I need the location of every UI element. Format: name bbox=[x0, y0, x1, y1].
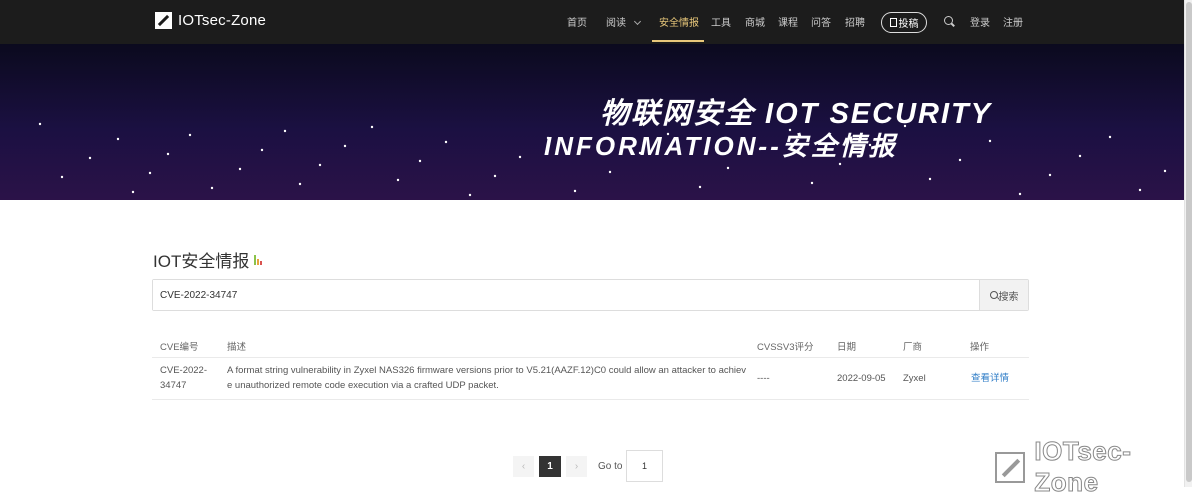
watermark-logo: IOTsec-Zone bbox=[995, 436, 1192, 498]
goto-label: Go to bbox=[598, 461, 623, 472]
nav-item-tools[interactable]: 工具 bbox=[711, 14, 731, 29]
login-link[interactable]: 登录 bbox=[970, 14, 990, 29]
goto-page-input[interactable]: 1 bbox=[626, 450, 663, 482]
column-header-cve: CVE编号 bbox=[160, 342, 199, 353]
search-button[interactable]: 搜索 bbox=[979, 280, 1028, 310]
page-title: IOT安全情报 bbox=[153, 247, 263, 272]
nav-item-jobs[interactable]: 招聘 bbox=[845, 14, 865, 29]
search-input[interactable] bbox=[153, 280, 980, 310]
column-header-description: 描述 bbox=[227, 342, 247, 353]
nav-item-home[interactable]: 首页 bbox=[567, 14, 587, 29]
page-title-text: IOT安全情报 bbox=[153, 252, 250, 271]
document-icon bbox=[889, 18, 897, 27]
cell-description-line1: A format string vulnerability in Zyxel N… bbox=[227, 365, 747, 376]
nav-item-security-intel[interactable]: 安全情报 bbox=[659, 14, 699, 29]
search-icon bbox=[989, 291, 998, 299]
brand-name: IOTsec-Zone bbox=[178, 12, 267, 29]
cell-cve-line1: CVE-2022- bbox=[160, 365, 207, 376]
cell-cvss-score: ---- bbox=[757, 373, 770, 384]
register-link[interactable]: 注册 bbox=[1003, 14, 1023, 29]
column-header-action: 操作 bbox=[970, 342, 990, 353]
brand-logo[interactable]: IOTsec-Zone bbox=[155, 12, 266, 29]
column-header-vendor: 厂商 bbox=[903, 342, 923, 353]
chevron-down-icon bbox=[633, 17, 642, 26]
scrollbar-thumb[interactable] bbox=[1186, 2, 1192, 482]
search-button-label: 搜索 bbox=[998, 291, 1019, 303]
column-header-date: 日期 bbox=[837, 342, 857, 353]
next-page-button[interactable]: › bbox=[566, 456, 587, 477]
nav-item-read[interactable]: 阅读 bbox=[606, 14, 642, 29]
active-nav-indicator bbox=[652, 40, 704, 42]
watermark-icon bbox=[995, 451, 1026, 483]
prev-page-button[interactable]: ‹ bbox=[513, 456, 534, 477]
header-divider bbox=[152, 357, 1029, 358]
cell-cve-line2: 34747 bbox=[160, 380, 187, 391]
nav-item-read-label: 阅读 bbox=[606, 18, 626, 29]
view-details-link[interactable]: 查看详情 bbox=[971, 371, 1009, 386]
logo-icon bbox=[155, 12, 172, 29]
row-divider bbox=[152, 399, 1029, 400]
cell-date: 2022-09-05 bbox=[837, 373, 886, 384]
submit-label: 投稿 bbox=[898, 19, 919, 30]
search-bar: 搜索 bbox=[152, 279, 1029, 311]
cell-description-line2: e unauthorized remote code execution via… bbox=[227, 380, 499, 391]
hero-banner: 物联网安全 IOT SECURITY INFORMATION--安全情报 bbox=[0, 44, 1184, 200]
top-navbar: IOTsec-Zone 首页 阅读 安全情报 工具 商城 课程 问答 招聘 投稿… bbox=[0, 0, 1184, 44]
column-header-cvss: CVSSV3评分 bbox=[757, 342, 814, 353]
nav-item-courses[interactable]: 课程 bbox=[778, 14, 798, 29]
vertical-scrollbar[interactable] bbox=[1184, 0, 1192, 487]
nav-item-store[interactable]: 商城 bbox=[745, 14, 765, 29]
banner-title-line2: INFORMATION--安全情报 bbox=[544, 131, 898, 161]
bar-chart-icon bbox=[254, 254, 263, 265]
nav-item-qa[interactable]: 问答 bbox=[811, 14, 831, 29]
watermark-text: IOTsec-Zone bbox=[1034, 436, 1132, 498]
light-streaks-graphic bbox=[38, 44, 1167, 197]
search-icon[interactable] bbox=[944, 16, 953, 25]
cell-vendor: Zyxel bbox=[903, 373, 926, 384]
submit-article-button[interactable]: 投稿 bbox=[881, 12, 927, 33]
page-number-current[interactable]: 1 bbox=[539, 456, 561, 477]
